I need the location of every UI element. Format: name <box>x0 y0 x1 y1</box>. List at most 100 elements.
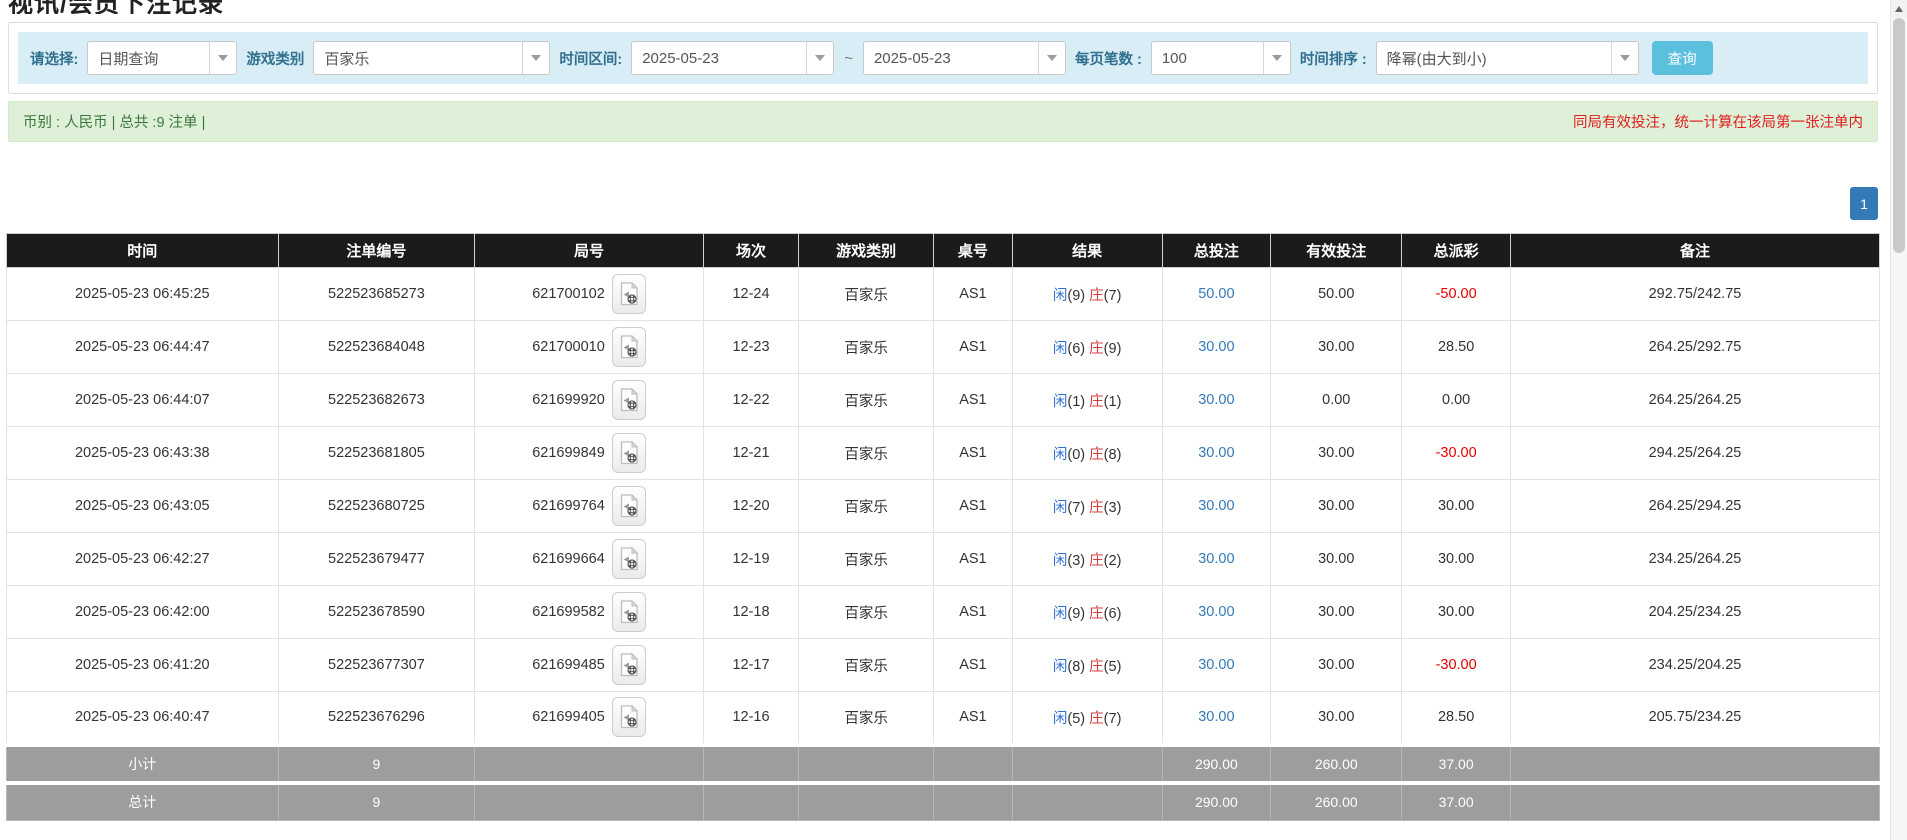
video-record-icon <box>619 705 639 729</box>
game-type-select[interactable]: 百家乐 <box>313 41 550 75</box>
cell-time: 2025-05-23 06:43:05 <box>7 480 279 533</box>
round-id-text: 621699849 <box>532 445 605 461</box>
round-id-text: 621699664 <box>532 551 605 567</box>
subtotal-total-bet: 290.00 <box>1162 745 1271 783</box>
cell-total-bet: 30.00 <box>1162 692 1271 745</box>
date-to-dropdown-arrow[interactable] <box>1038 42 1065 74</box>
scrollbar-up-button[interactable] <box>1891 0 1907 17</box>
result-player-value: (5) <box>1067 711 1085 727</box>
video-replay-button[interactable] <box>612 274 646 314</box>
cell-time: 2025-05-23 06:44:07 <box>7 374 279 427</box>
cell-table-no: AS1 <box>934 427 1013 480</box>
cell-time: 2025-05-23 06:45:25 <box>7 268 279 321</box>
result-player-label: 闲 <box>1053 553 1068 569</box>
video-replay-button[interactable] <box>612 645 646 685</box>
cell-remark: 234.25/204.25 <box>1510 639 1879 692</box>
game-type-label: 游戏类别 <box>246 48 304 69</box>
video-replay-button[interactable] <box>612 592 646 632</box>
date-to-value: 2025-05-23 <box>864 42 1038 74</box>
total-empty-cell <box>934 783 1013 821</box>
cell-valid-bet: 30.00 <box>1271 321 1402 374</box>
summary-text: 币别 : 人民币 | 总共 :9 注单 | <box>23 111 205 132</box>
cell-bet-id: 522523676296 <box>278 692 475 745</box>
cell-table-no: AS1 <box>934 268 1013 321</box>
result-player-value: (9) <box>1067 288 1085 304</box>
total-payout: 37.00 <box>1402 783 1511 821</box>
query-type-select[interactable]: 日期查询 <box>87 41 237 75</box>
chevron-down-icon <box>531 55 541 61</box>
video-replay-button[interactable] <box>612 433 646 473</box>
header-payout: 总派彩 <box>1402 234 1511 268</box>
cell-round-id: 621699849 <box>475 427 704 480</box>
video-replay-button[interactable] <box>612 486 646 526</box>
cell-bet-id: 522523684048 <box>278 321 475 374</box>
table-row: 2025-05-23 06:44:47 522523684048 6217000… <box>7 321 1880 374</box>
result-banker-label: 庄 <box>1089 659 1104 675</box>
time-sort-select[interactable]: 降幂(由大到小) <box>1376 41 1639 75</box>
header-session: 场次 <box>703 234 799 268</box>
header-time: 时间 <box>7 234 279 268</box>
result-banker-label: 庄 <box>1089 606 1104 622</box>
cell-game-type: 百家乐 <box>799 639 934 692</box>
result-player-label: 闲 <box>1053 447 1068 463</box>
page-button-1[interactable]: 1 <box>1850 187 1878 220</box>
video-replay-button[interactable] <box>612 327 646 367</box>
cell-valid-bet: 30.00 <box>1271 692 1402 745</box>
video-replay-button[interactable] <box>612 380 646 420</box>
per-page-select[interactable]: 100 <box>1151 41 1291 75</box>
cell-payout: 30.00 <box>1402 586 1511 639</box>
table-body: 2025-05-23 06:45:25 522523685273 6217001… <box>7 268 1880 745</box>
cell-payout: 0.00 <box>1402 374 1511 427</box>
query-type-label: 请选择: <box>30 48 78 69</box>
result-player-label: 闲 <box>1053 711 1068 727</box>
result-banker-label: 庄 <box>1089 553 1104 569</box>
subtotal-empty-cell <box>799 745 934 783</box>
cell-payout: -30.00 <box>1402 427 1511 480</box>
date-from-value: 2025-05-23 <box>632 42 806 74</box>
video-replay-button[interactable] <box>612 539 646 579</box>
search-button[interactable]: 查询 <box>1652 41 1713 75</box>
result-player-value: (6) <box>1067 341 1085 357</box>
query-type-dropdown-arrow[interactable] <box>209 42 236 74</box>
total-empty-cell <box>475 783 704 821</box>
cell-time: 2025-05-23 06:42:27 <box>7 533 279 586</box>
page-title: 视讯/会员下注记录 <box>8 0 1907 14</box>
scrollbar-thumb[interactable] <box>1893 18 1905 253</box>
video-replay-button[interactable] <box>612 697 646 737</box>
video-record-icon <box>619 653 639 677</box>
subtotal-count: 9 <box>278 745 475 783</box>
total-total-bet: 290.00 <box>1162 783 1271 821</box>
total-label: 总计 <box>7 783 279 821</box>
cell-remark: 204.25/234.25 <box>1510 586 1879 639</box>
result-player-label: 闲 <box>1053 288 1068 304</box>
header-result: 结果 <box>1012 234 1162 268</box>
cell-bet-id: 522523679477 <box>278 533 475 586</box>
video-record-icon <box>619 494 639 518</box>
cell-time: 2025-05-23 06:43:38 <box>7 427 279 480</box>
cell-valid-bet: 0.00 <box>1271 374 1402 427</box>
time-sort-dropdown-arrow[interactable] <box>1611 42 1638 74</box>
date-to-input[interactable]: 2025-05-23 <box>863 41 1066 75</box>
chevron-down-icon <box>815 55 825 61</box>
cell-game-type: 百家乐 <box>799 533 934 586</box>
cell-payout: 30.00 <box>1402 533 1511 586</box>
total-valid-bet: 260.00 <box>1271 783 1402 821</box>
per-page-dropdown-arrow[interactable] <box>1263 42 1290 74</box>
cell-round-id: 621699764 <box>475 480 704 533</box>
vertical-scrollbar[interactable] <box>1890 0 1907 840</box>
total-empty-cell <box>1012 783 1162 821</box>
cell-valid-bet: 50.00 <box>1271 268 1402 321</box>
round-id-text: 621700102 <box>532 286 605 302</box>
date-from-input[interactable]: 2025-05-23 <box>631 41 834 75</box>
cell-table-no: AS1 <box>934 692 1013 745</box>
game-type-dropdown-arrow[interactable] <box>522 42 549 74</box>
chevron-down-icon <box>1620 55 1630 61</box>
cell-bet-id: 522523678590 <box>278 586 475 639</box>
cell-round-id: 621700102 <box>475 268 704 321</box>
table-row: 2025-05-23 06:44:07 522523682673 6216999… <box>7 374 1880 427</box>
result-player-value: (0) <box>1067 447 1085 463</box>
cell-game-type: 百家乐 <box>799 268 934 321</box>
date-from-dropdown-arrow[interactable] <box>806 42 833 74</box>
cell-time: 2025-05-23 06:41:20 <box>7 639 279 692</box>
cell-time: 2025-05-23 06:44:47 <box>7 321 279 374</box>
